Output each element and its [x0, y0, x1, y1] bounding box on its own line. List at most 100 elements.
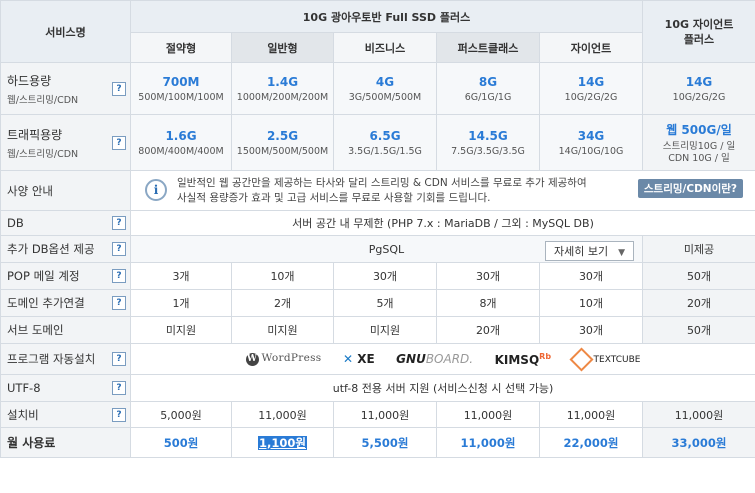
help-icon[interactable]: ?	[112, 135, 126, 150]
wordpress-logo[interactable]: W WordPress	[245, 352, 322, 366]
row-label-traffic: 트래픽용량 웹/스트리밍/CDN ?	[0, 114, 131, 171]
cell-text: 6.5G	[369, 128, 401, 143]
cell-text: UTF-8	[7, 381, 41, 395]
cell-text: 스트리밍10G / 일 CDN 10G / 일	[662, 140, 736, 164]
cell-text: 2.5G	[266, 128, 299, 143]
table-cell: 3개	[130, 262, 232, 290]
cell-text: 설치비	[7, 407, 39, 422]
plan-tab-1[interactable]: 일반형	[231, 32, 334, 63]
table-cell: 1개	[130, 289, 232, 317]
help-icon[interactable]: ?	[112, 81, 126, 96]
table-cell: 30개	[539, 262, 643, 290]
chevron-down-icon: ▼	[618, 248, 625, 258]
help-icon[interactable]: ?	[112, 407, 126, 422]
table-cell: 10개	[539, 289, 643, 317]
detail-view-button[interactable]: 자세히 보기 ▼	[544, 241, 634, 261]
utf8-value: utf-8 전용 서버 지원 (서비스신청 시 선택 가능)	[130, 374, 755, 402]
xe-logo[interactable]: ✕ XE	[343, 352, 375, 366]
cell-text: 800M/400M/400M	[138, 145, 224, 157]
spec-notice: i 일반적인 웹 공간만을 제공하는 타사와 달리 스트리밍 & CDN 서비스…	[130, 170, 755, 211]
plan-tab-4[interactable]: 자이언트	[539, 32, 643, 63]
cell-text: TEXTCUBE	[593, 354, 641, 365]
db-value: 서버 공간 내 무제한 (PHP 7.x : MariaDB / 그외 : My…	[130, 210, 755, 236]
textcube-logo[interactable]: TEXTCUBE	[569, 346, 641, 372]
cell-value: 4G	[375, 74, 395, 89]
table-cell: 11,000원	[539, 401, 643, 428]
table-cell: 14G 10G/2G/2G	[539, 62, 643, 115]
table-cell: 700M 500M/100M/100M	[130, 62, 232, 115]
table-cell: 33,000원	[642, 427, 755, 458]
cell-text: 도메인 추가연결	[7, 296, 85, 310]
cell-text: 1000M/200M/200M	[236, 91, 329, 103]
cell-text: BOARD.	[425, 352, 474, 366]
cell-text: 자세히 보기	[553, 245, 609, 258]
help-icon[interactable]: ?	[112, 216, 126, 230]
plan-tab-0[interactable]: 절약형	[130, 32, 232, 63]
row-label-setup: 설치비 ?	[0, 401, 131, 428]
table-cell: 30개	[436, 262, 540, 290]
help-icon[interactable]: ?	[112, 269, 126, 283]
help-icon[interactable]: ?	[112, 242, 126, 256]
cell-text: 6G/1G/1G	[464, 91, 512, 103]
table-cell: 5,500원	[333, 427, 437, 458]
table-cell: 11,000원	[642, 401, 755, 428]
cell-value: 14G	[685, 74, 713, 89]
install-logos: W WordPress ✕ XE GNUBOARD. KIMSQRb TEXTCU…	[130, 343, 755, 375]
table-row: 서브 도메인 미지원 미지원 미지원 20개 30개 50개	[0, 316, 755, 344]
table-cell: 50개	[642, 262, 755, 290]
cell-text: 웹 500G/일	[666, 122, 732, 137]
cell-text: PgSQL	[368, 242, 405, 256]
table-cell: 30개	[539, 316, 643, 344]
plan-tab-3[interactable]: 퍼스트클래스	[436, 32, 540, 63]
row-label-utf8: UTF-8 ?	[0, 374, 131, 402]
table-cell: 11,000원	[333, 401, 437, 428]
table-cell: 22,000원	[539, 427, 643, 458]
cell-text: ✕	[342, 352, 354, 366]
cell-value: 8G	[478, 74, 498, 89]
table-cell: 미지원	[130, 316, 232, 344]
row-label-spec: 사양 안내	[0, 170, 131, 211]
cell-text: 추가 DB옵션 제공	[7, 242, 95, 256]
table-cell: 10개	[231, 262, 334, 290]
row-label-db: DB ?	[0, 210, 131, 236]
gnuboard-logo[interactable]: GNUBOARD.	[396, 352, 473, 366]
streaming-cdn-button[interactable]: 스트리밍/CDN이란?	[637, 179, 743, 198]
cell-value: 700M	[162, 74, 200, 89]
row-label-autoinstall: 프로그램 자동설치 ?	[0, 343, 131, 375]
help-icon[interactable]: ?	[112, 381, 126, 395]
price-2: 5,500원	[361, 435, 409, 450]
table-cell: 5개	[333, 289, 437, 317]
spec-text: 일반적인 웹 공간만을 제공하는 타사와 달리 스트리밍 & CDN 서비스를 …	[177, 176, 587, 204]
table-cell: 14.5G 7.5G/3.5G/3.5G	[436, 114, 540, 171]
cell-value: 1.4G	[266, 74, 299, 89]
table-row: 설치비 ? 5,000원 11,000원 11,000원 11,000원 11,000원…	[0, 401, 755, 428]
table-row: 추가 DB옵션 제공 ? PgSQL 자세히 보기 ▼ 미제공	[0, 235, 755, 263]
table-row: 프로그램 자동설치 ? W WordPress ✕ XE GNUBOARD. KI…	[0, 343, 755, 375]
table-cell: 1.6G 800M/400M/400M	[130, 114, 232, 171]
table-row: UTF-8 ? utf-8 전용 서버 지원 (서비스신청 시 선택 가능)	[0, 374, 755, 402]
cell-text: 3G/500M/500M	[348, 91, 422, 103]
help-icon[interactable]: ?	[112, 352, 126, 366]
table-cell: 30개	[333, 262, 437, 290]
cell-text: POP 메일 계정	[7, 269, 80, 283]
kimsq-logo[interactable]: KIMSQRb	[495, 352, 551, 367]
table-cell: 8G 6G/1G/1G	[436, 62, 540, 115]
table-cell: 웹 500G/일스트리밍10G / 일 CDN 10G / 일	[642, 114, 755, 171]
table-cell: 4G 3G/500M/500M	[333, 62, 437, 115]
plan-tab-2[interactable]: 비즈니스	[333, 32, 437, 63]
table-cell: 11,000원	[436, 401, 540, 428]
cell-text: 500M/100M/100M	[138, 91, 224, 103]
table-cell: 20개	[642, 289, 755, 317]
cell-text: 10G/2G/2G	[564, 91, 618, 103]
cell-text: 1500M/500M/500M	[236, 145, 329, 157]
table-cell: 5,000원	[130, 401, 232, 428]
row-label-disk: 하드용량 웹/스트리밍/CDN ?	[0, 62, 131, 115]
table-row: 트래픽용량 웹/스트리밍/CDN ? 1.6G 800M/400M/400M 2.…	[0, 114, 755, 171]
cell-text: 14.5G	[468, 128, 508, 143]
table-cell: 미지원	[333, 316, 437, 344]
table-cell: 8개	[436, 289, 540, 317]
service-name-header: 서비스명	[0, 0, 131, 63]
price-4: 22,000원	[563, 435, 619, 450]
help-icon[interactable]: ?	[112, 296, 126, 310]
table-cell: 14G 10G/2G/2G	[642, 62, 755, 115]
